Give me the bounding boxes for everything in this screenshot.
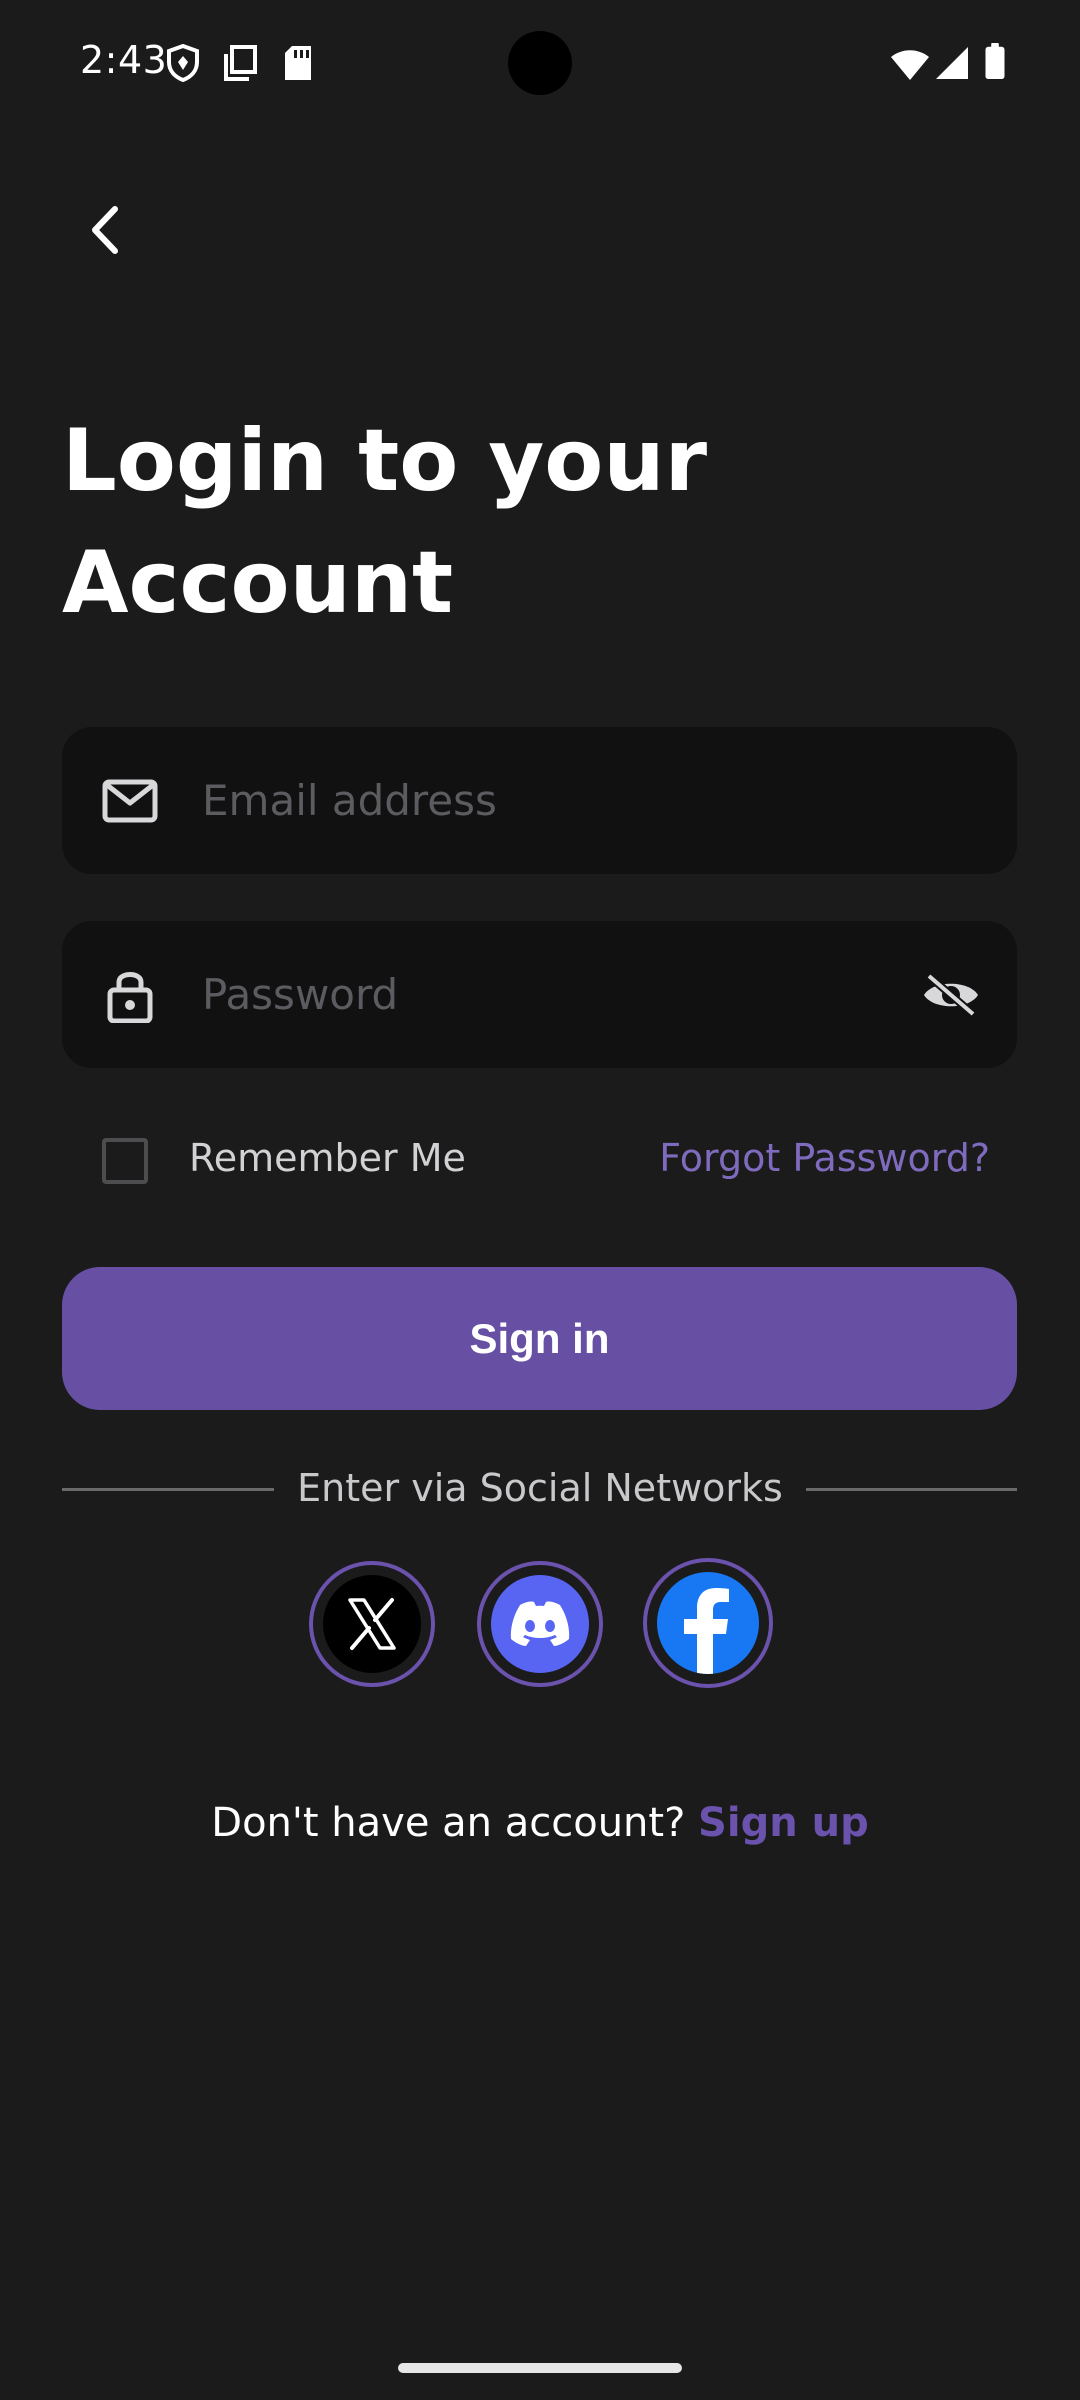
mail-icon [98, 769, 162, 833]
password-input[interactable] [200, 921, 880, 1068]
eye-off-icon [924, 972, 978, 1018]
discord-login-button[interactable] [477, 1561, 603, 1687]
discord-icon [491, 1575, 589, 1673]
camera-cutout [508, 31, 572, 95]
signup-row: Don't have an account? Sign up [0, 1800, 1080, 1846]
facebook-login-button[interactable] [643, 1558, 773, 1688]
forgot-password-link[interactable]: Forgot Password? [659, 1136, 990, 1180]
battery-icon [985, 42, 1005, 80]
divider-right [806, 1488, 1017, 1491]
remember-me-label[interactable]: Remember Me [189, 1136, 466, 1180]
page-title-line2: Account [62, 533, 454, 633]
shield-icon [167, 44, 199, 82]
page-title-line1: Login to your [62, 411, 707, 511]
back-button[interactable] [70, 195, 140, 265]
login-screen: 2:43 Login to your Account Email address… [0, 0, 1080, 2400]
home-indicator[interactable] [398, 2363, 682, 2373]
social-divider-label: Enter via Social Networks [297, 1466, 783, 1510]
sd-card-icon [285, 46, 311, 80]
signup-link[interactable]: Sign up [698, 1800, 869, 1846]
password-visibility-toggle[interactable] [915, 959, 987, 1031]
divider-left [62, 1488, 274, 1491]
facebook-icon [657, 1572, 759, 1674]
email-field[interactable] [62, 727, 1017, 874]
lock-icon [98, 963, 162, 1027]
email-input[interactable] [200, 727, 880, 874]
copy-icon [224, 45, 257, 81]
sign-in-button[interactable]: Sign in [62, 1267, 1017, 1410]
chevron-left-icon [92, 206, 118, 254]
signup-prompt: Don't have an account? [211, 1800, 686, 1846]
status-bar: 2:43 [0, 0, 1080, 130]
password-field[interactable] [62, 921, 1017, 1068]
x-login-button[interactable] [309, 1561, 435, 1687]
x-icon [323, 1575, 421, 1673]
wifi-icon [891, 50, 929, 80]
remember-me-checkbox[interactable] [102, 1138, 148, 1184]
status-time: 2:43 [80, 38, 168, 82]
cell-signal-icon [936, 47, 968, 79]
page-title: Login to your Account [62, 400, 962, 644]
